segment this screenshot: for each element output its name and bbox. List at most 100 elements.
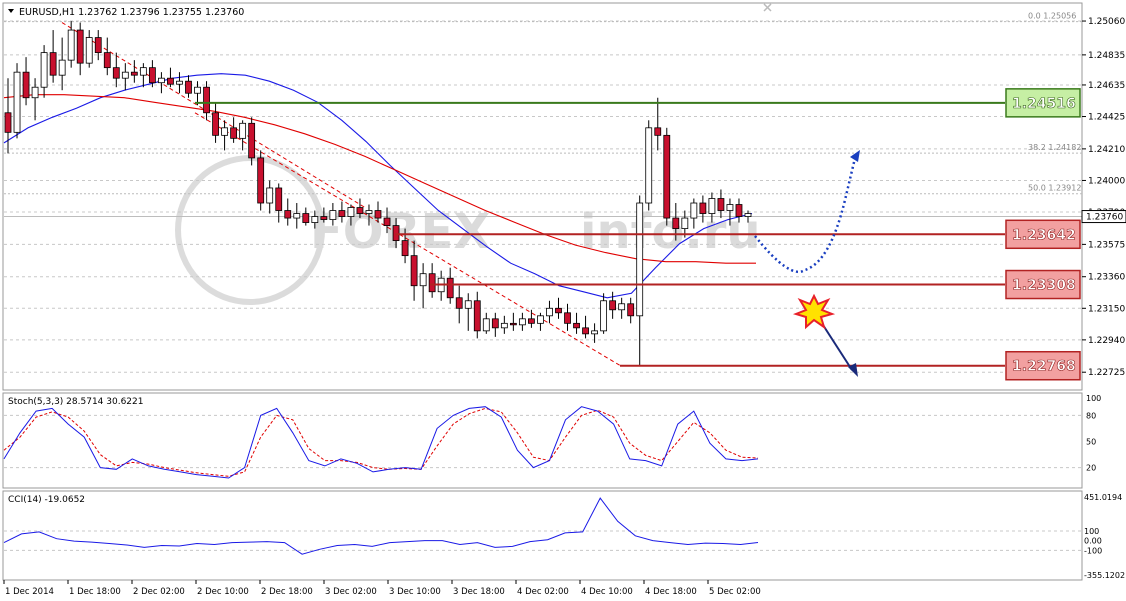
candle-body (708, 198, 716, 214)
candle-body (356, 207, 364, 214)
fib-label: 0.0 1.25056 (1028, 12, 1076, 21)
candle-body (618, 303, 626, 311)
candle-body (67, 29, 75, 61)
candle-body (491, 318, 499, 329)
cci-tick-label: 451.0194 (1084, 493, 1122, 502)
candle-body (428, 273, 436, 293)
candle-body (455, 297, 463, 309)
candle-body (446, 277, 454, 299)
candle-body (374, 210, 382, 219)
candle-body (230, 127, 238, 139)
candle-body (148, 67, 156, 84)
fib-label: 50.0 1.23912 (1028, 184, 1081, 193)
candle-body (591, 330, 598, 335)
candle-body (473, 300, 481, 332)
candle-body (609, 300, 617, 311)
current-price-label: 1.23760 (1086, 213, 1123, 223)
cci-tick-label: 100 (1084, 527, 1099, 536)
candle-body (636, 202, 644, 317)
candle-body (31, 86, 39, 99)
candle-body (735, 204, 743, 217)
candle-body (275, 187, 283, 211)
chart-canvas[interactable]: FOREX info.ru EURUSD,H1 1.23762 1.23796 … (0, 0, 1126, 601)
candle-body (600, 300, 608, 332)
candle-body (338, 210, 346, 217)
candle-body (49, 52, 57, 76)
stoch-tick-label: 100 (1086, 394, 1101, 403)
candle-body (347, 207, 355, 217)
candle-body (744, 213, 752, 217)
time-tick-label: 2 Dec 02:00 (133, 587, 185, 597)
candle-body (311, 216, 319, 223)
candle-body (13, 71, 21, 133)
stoch-tick-label: 20 (1086, 464, 1096, 473)
candle-body (717, 198, 725, 211)
time-tick-label: 3 Dec 10:00 (389, 587, 441, 597)
candle-body (500, 322, 508, 329)
candle-body (185, 80, 192, 94)
candle-body (690, 202, 698, 219)
time-tick-label: 5 Dec 02:00 (709, 587, 761, 597)
candle-body (320, 216, 328, 220)
time-tick-label: 2 Dec 18:00 (261, 587, 313, 597)
stoch-tick-label: 50 (1086, 438, 1096, 447)
candle-body (482, 318, 490, 332)
candle-body (645, 127, 653, 204)
chart-window: { "header": { "symbol_line": "EURUSD,H1 … (0, 0, 1126, 601)
candle-body (681, 217, 689, 229)
candle-body (573, 322, 580, 329)
candle-body (194, 86, 201, 94)
stoch-title: Stoch(5,3,3) 28.5714 30.6221 (8, 397, 143, 407)
candle-body (266, 187, 274, 204)
candle-body (537, 315, 544, 324)
time-tick-label: 3 Dec 18:00 (453, 587, 505, 597)
candle-body (58, 59, 66, 76)
time-tick-label: 4 Dec 02:00 (517, 587, 569, 597)
candle-body (555, 307, 562, 314)
price-tick-label: 1.24835 (1088, 51, 1125, 61)
cci-tick-label: -355.1202 (1084, 571, 1125, 580)
candle-body (221, 127, 228, 136)
candle-body (40, 52, 48, 88)
candle-body (176, 80, 183, 85)
candle-body (76, 29, 84, 64)
candle-body (257, 157, 265, 204)
price-tick-label: 1.25060 (1088, 17, 1125, 27)
level-label: 1.22768 (1012, 359, 1076, 375)
candle-body (203, 86, 210, 114)
time-tick-label: 3 Dec 02:00 (325, 587, 377, 597)
candle-body (239, 122, 247, 139)
candle-body (365, 210, 373, 214)
candle-body (582, 327, 589, 335)
candle-body (85, 37, 93, 64)
time-tick-label: 4 Dec 18:00 (645, 587, 697, 597)
candle-body (410, 255, 418, 287)
candle-body (672, 217, 680, 229)
price-tick-label: 1.22940 (1088, 336, 1125, 346)
candle-body (158, 77, 165, 84)
candle-body (103, 52, 111, 69)
candle-body (419, 273, 427, 287)
candle-body (654, 127, 662, 136)
candle-body (121, 71, 129, 79)
candle-body (139, 67, 147, 76)
candle-body (4, 112, 12, 133)
candle-body (663, 134, 671, 219)
cci-tick-label: -100 (1084, 546, 1102, 555)
symbol-header: EURUSD,H1 1.23762 1.23796 1.23755 1.2376… (19, 7, 244, 18)
price-tick-label: 1.24210 (1088, 145, 1125, 155)
candle-body (130, 71, 138, 76)
candle-body (94, 37, 102, 54)
candle-body (302, 213, 310, 223)
level-label: 1.23642 (1012, 227, 1076, 243)
candle-body (518, 318, 526, 326)
candle-body (392, 225, 400, 242)
candle-body (284, 210, 292, 219)
candle-body (509, 322, 517, 326)
candle-body (546, 307, 553, 317)
candle-body (112, 67, 120, 79)
level-label: 1.24516 (1012, 96, 1076, 112)
price-tick-label: 1.24000 (1088, 176, 1125, 186)
candle-body (22, 71, 30, 99)
time-tick-label: 1 Dec 18:00 (69, 587, 121, 597)
